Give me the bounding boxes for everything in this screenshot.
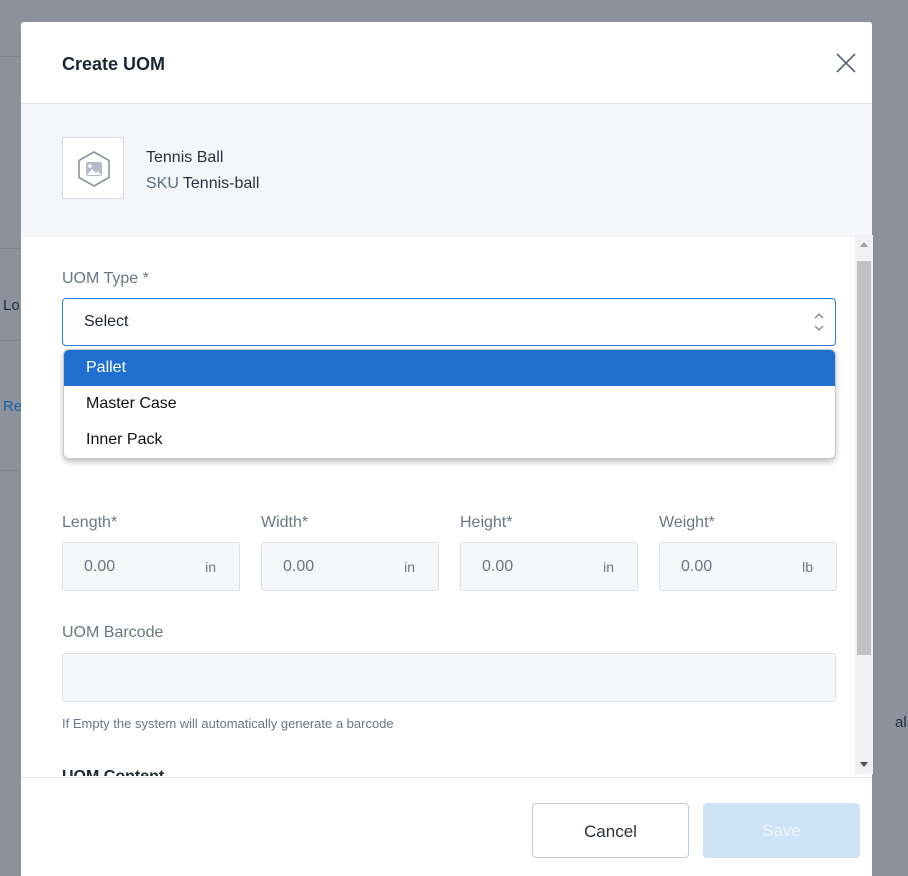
uom-type-dropdown: Pallet Master Case Inner Pack xyxy=(63,349,836,459)
length-unit: in xyxy=(205,559,216,575)
close-icon[interactable] xyxy=(833,50,859,76)
uom-content-heading: UOM Content xyxy=(62,768,164,776)
scroll-up-arrow-icon[interactable] xyxy=(860,242,868,247)
background-divider xyxy=(0,248,21,249)
length-label: Length* xyxy=(62,514,118,531)
background-divider xyxy=(0,470,21,471)
weight-label: Weight* xyxy=(659,514,715,531)
create-uom-modal: Create UOM Tennis Ball SKU Tennis-ball UO… xyxy=(21,22,872,876)
uom-type-select[interactable]: Select xyxy=(62,298,836,346)
select-updown-icon xyxy=(814,313,824,331)
length-value: 0.00 xyxy=(84,558,116,575)
option-label: Pallet xyxy=(86,359,127,376)
height-unit: in xyxy=(603,559,614,575)
weight-input[interactable]: 0.00 lb xyxy=(659,542,837,591)
background-divider xyxy=(0,340,21,341)
sku-label: SKU xyxy=(146,175,179,192)
scroll-down-arrow-icon[interactable] xyxy=(860,762,868,767)
cancel-button[interactable]: Cancel xyxy=(532,803,689,858)
background-link: Re xyxy=(3,398,23,415)
option-pallet[interactable]: Pallet xyxy=(64,350,835,386)
background-text: al xyxy=(895,714,907,731)
product-thumbnail xyxy=(62,137,124,199)
uom-barcode-label: UOM Barcode xyxy=(62,624,164,641)
image-placeholder-icon xyxy=(78,151,110,187)
width-value: 0.00 xyxy=(283,558,315,575)
form-scrollbar[interactable] xyxy=(855,235,873,774)
background-text: Lo xyxy=(3,297,20,314)
modal-title: Create UOM xyxy=(62,54,166,74)
weight-unit: lb xyxy=(802,559,813,575)
width-label: Width* xyxy=(261,514,309,531)
background-divider xyxy=(0,56,21,57)
option-master-case[interactable]: Master Case xyxy=(64,386,835,422)
sku-value: Tennis-ball xyxy=(182,175,260,192)
option-inner-pack[interactable]: Inner Pack xyxy=(64,422,835,458)
uom-type-label: UOM Type * xyxy=(62,270,149,287)
weight-value: 0.00 xyxy=(681,558,713,575)
option-label: Master Case xyxy=(86,395,177,412)
uom-barcode-input[interactable] xyxy=(62,653,836,702)
uom-form: UOM Type * Select Length* Width* Height*… xyxy=(21,237,872,776)
product-summary: Tennis Ball SKU Tennis-ball xyxy=(21,104,872,237)
option-label: Inner Pack xyxy=(86,431,163,448)
width-input[interactable]: 0.00 in xyxy=(261,542,439,591)
height-value: 0.00 xyxy=(482,558,514,575)
height-input[interactable]: 0.00 in xyxy=(460,542,638,591)
modal-header: Create UOM xyxy=(21,22,872,104)
scroll-thumb[interactable] xyxy=(857,261,871,655)
barcode-hint: If Empty the system will automatically g… xyxy=(62,716,394,731)
height-label: Height* xyxy=(460,514,513,531)
product-name: Tennis Ball xyxy=(146,149,224,166)
length-input[interactable]: 0.00 in xyxy=(62,542,240,591)
product-sku: SKU Tennis-ball xyxy=(146,175,259,193)
save-button[interactable]: Save xyxy=(703,803,860,858)
width-unit: in xyxy=(404,559,415,575)
uom-type-value: Select xyxy=(84,313,129,330)
modal-footer: Cancel Save xyxy=(21,777,872,876)
